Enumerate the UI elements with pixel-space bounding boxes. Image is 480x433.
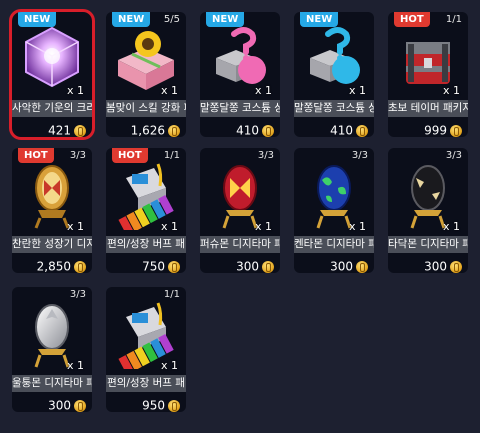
item-quantity: x 1	[160, 84, 178, 97]
item-quantity: x 1	[160, 359, 178, 372]
item-name: 퍼슈몬 디지타마 패	[200, 236, 280, 253]
coin-icon	[450, 124, 462, 137]
coin-icon	[168, 124, 180, 137]
shop-item-card-10[interactable]: 3/3 x 1 타닥몬 디지타마 패 300	[388, 148, 468, 273]
shop-item-card-7[interactable]: HOT 1/1 x 1 편의/성장 버프 패 750	[106, 148, 186, 273]
item-name: 편의/성장 버프 패	[106, 375, 186, 392]
item-name: 말쫑달쫑 코스튬 상	[200, 100, 280, 117]
hot-badge: HOT	[394, 12, 430, 27]
shop-item-card-4[interactable]: NEW x 1 말쫑달쫑 코스튬 상 410	[294, 12, 374, 137]
new-badge: NEW	[112, 12, 151, 27]
price-row: 950	[106, 395, 186, 413]
shop-item-card-5[interactable]: HOT 1/1 x 1 초보 테이머 패키지 999	[388, 12, 468, 137]
item-name: 타닥몬 디지타마 패	[388, 236, 468, 253]
shop-item-card-9[interactable]: 3/3 x 1 켄타몬 디지타마 패 300	[294, 148, 374, 273]
item-price: 421	[48, 123, 71, 138]
price-row: 300	[388, 256, 468, 274]
item-quantity: x 1	[254, 84, 272, 97]
stock-count: 5/5	[163, 14, 180, 25]
item-quantity: x 1	[66, 359, 84, 372]
item-price: 999	[424, 123, 447, 138]
item-price: 300	[424, 259, 447, 274]
coin-icon	[74, 399, 86, 412]
item-price: 950	[142, 398, 165, 413]
hot-badge: HOT	[18, 148, 54, 163]
item-price: 300	[48, 398, 71, 413]
item-price: 410	[236, 123, 259, 138]
price-row: 410	[294, 120, 374, 138]
price-row: 300	[294, 256, 374, 274]
item-quantity: x 1	[442, 84, 460, 97]
shop-item-card-2[interactable]: NEW 5/5 x 1 봄맞이 스킬 강화 패 1,626	[106, 12, 186, 137]
item-name: 봄맞이 스킬 강화 패	[106, 100, 186, 117]
stock-count: 3/3	[445, 150, 462, 161]
item-price: 750	[142, 259, 165, 274]
coin-icon	[450, 260, 462, 273]
price-row: 421	[12, 120, 92, 138]
item-name: 울퉁몬 디지타마 패	[12, 375, 92, 392]
item-quantity: x 1	[160, 220, 178, 233]
coin-icon	[356, 124, 368, 137]
item-name: 사악한 기운의 크리	[12, 100, 92, 117]
item-quantity: x 1	[66, 84, 84, 97]
coin-icon	[356, 260, 368, 273]
coin-icon	[168, 260, 180, 273]
new-badge: NEW	[206, 12, 245, 27]
item-name: 말쫑달쫑 코스튬 상	[294, 100, 374, 117]
item-quantity: x 1	[254, 220, 272, 233]
shop-item-card-1[interactable]: NEW x 1 사악한 기운의 크리 421	[9, 9, 95, 140]
stock-count: 3/3	[69, 289, 86, 300]
price-row: 410	[200, 120, 280, 138]
item-quantity: x 1	[66, 220, 84, 233]
item-price: 300	[236, 259, 259, 274]
shop-item-card-11[interactable]: 3/3 x 1 울퉁몬 디지타마 패 300	[12, 287, 92, 412]
coin-icon	[262, 260, 274, 273]
stock-count: 3/3	[257, 150, 274, 161]
new-badge: NEW	[18, 12, 57, 27]
new-badge: NEW	[300, 12, 339, 27]
price-row: 750	[106, 256, 186, 274]
hot-badge: HOT	[112, 148, 148, 163]
stock-count: 3/3	[69, 150, 86, 161]
shop-item-card-8[interactable]: 3/3 x 1 퍼슈몬 디지타마 패 300	[200, 148, 280, 273]
item-price: 2,850	[36, 259, 71, 274]
item-name: 켄타몬 디지타마 패	[294, 236, 374, 253]
item-name: 초보 테이머 패키지	[388, 100, 468, 117]
item-price: 300	[330, 259, 353, 274]
shop-item-card-3[interactable]: NEW x 1 말쫑달쫑 코스튬 상 410	[200, 12, 280, 137]
coin-icon	[168, 399, 180, 412]
coin-icon	[262, 124, 274, 137]
coin-icon	[74, 260, 86, 273]
item-price: 1,626	[130, 123, 165, 138]
item-name: 편의/성장 버프 패	[106, 236, 186, 253]
shop-item-card-6[interactable]: HOT 3/3 x 1 찬란한 성장기 디지 2,850	[12, 148, 92, 273]
item-quantity: x 1	[442, 220, 460, 233]
item-quantity: x 1	[348, 220, 366, 233]
shop-item-grid: NEW x 1 사악한 기운의 크리 421 NEW 5/5 x 1 봄맞이 스…	[0, 0, 480, 433]
shop-item-card-12[interactable]: 1/1 x 1 편의/성장 버프 패 950	[106, 287, 186, 412]
price-row: 300	[200, 256, 280, 274]
item-quantity: x 1	[348, 84, 366, 97]
stock-count: 1/1	[163, 289, 180, 300]
coin-icon	[74, 124, 86, 137]
price-row: 999	[388, 120, 468, 138]
item-price: 410	[330, 123, 353, 138]
stock-count: 1/1	[163, 150, 180, 161]
price-row: 2,850	[12, 256, 92, 274]
item-name: 찬란한 성장기 디지	[12, 236, 92, 253]
price-row: 1,626	[106, 120, 186, 138]
stock-count: 3/3	[351, 150, 368, 161]
stock-count: 1/1	[445, 14, 462, 25]
price-row: 300	[12, 395, 92, 413]
